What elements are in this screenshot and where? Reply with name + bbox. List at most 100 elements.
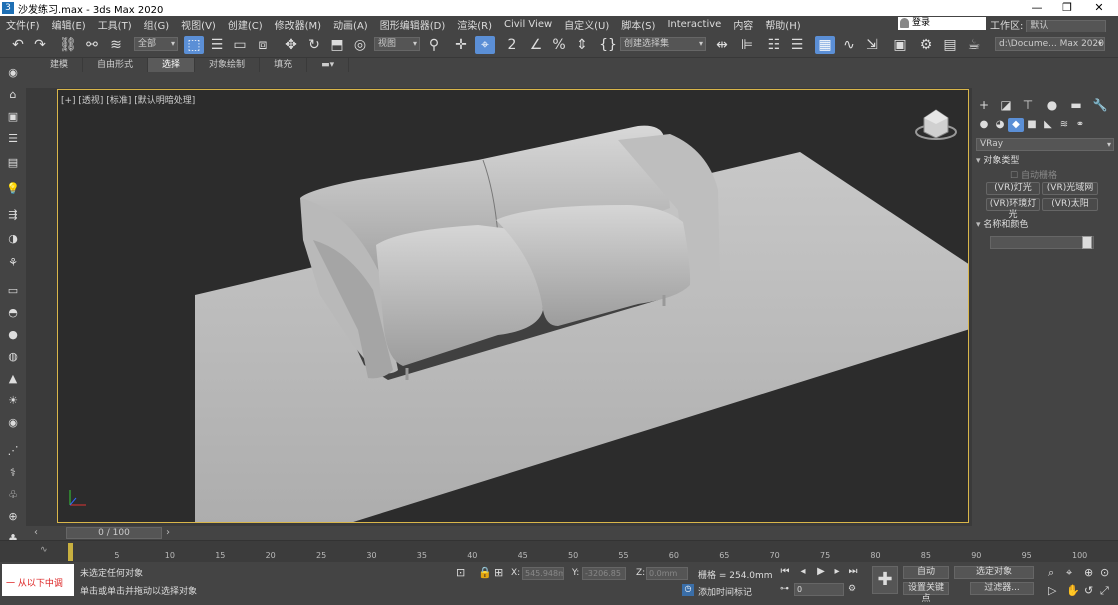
angle-snap-icon[interactable]: ∠ (526, 36, 546, 54)
lock-icon[interactable]: 🔒 (478, 566, 492, 579)
rectangular-selection-icon[interactable]: ▭ (230, 36, 250, 54)
target-sphere-icon[interactable]: ◉ (5, 416, 21, 430)
eye-icon[interactable]: ◉ (5, 66, 21, 80)
display-tab-icon[interactable]: ▬ (1066, 96, 1086, 114)
shapes-icon[interactable]: ⌂ (5, 88, 21, 102)
menu-interactive[interactable]: Interactive (661, 19, 727, 30)
helper-icon[interactable]: ⇶ (5, 208, 21, 222)
z-coordinate-field[interactable]: 0.0mm (646, 567, 688, 580)
select-object-icon[interactable]: ⬚ (184, 36, 204, 54)
keyboard-shortcut-toggle-icon[interactable]: ⌖ (475, 36, 495, 54)
ribbon-options-icon[interactable]: ▬▾ (307, 58, 350, 72)
ribbon-tab-selection[interactable]: 选择 (148, 58, 196, 72)
zoom-icon[interactable]: ⌕ (1048, 566, 1054, 580)
maxscript-listener[interactable]: 一 从以下中调 (2, 564, 74, 596)
render-production-icon[interactable]: ☕ (964, 36, 984, 54)
zoom-all-icon[interactable]: ⌖ (1066, 566, 1072, 580)
unlink-icon[interactable]: ⚯ (82, 36, 102, 54)
globe-icon[interactable]: ⊕ (5, 510, 21, 524)
pivot-center-icon[interactable]: ⚲ (424, 36, 444, 54)
selection-filter-dropdown[interactable]: 全部 (134, 37, 178, 51)
object-color-swatch[interactable] (1082, 236, 1092, 249)
object-name-field[interactable] (990, 236, 1094, 249)
next-frame-icon[interactable]: ▸ (830, 565, 844, 579)
ribbon-tab-object-paint[interactable]: 对象绘制 (195, 58, 261, 72)
layer-explorer-icon[interactable]: ☰ (787, 36, 807, 54)
time-config-icon[interactable]: ⚙ (848, 584, 856, 594)
menu-civil-view[interactable]: Civil View (498, 19, 558, 30)
pan-icon[interactable]: ✋ (1066, 584, 1080, 597)
layers-icon[interactable]: ▤ (5, 156, 21, 170)
current-frame-field[interactable]: 0 (794, 583, 844, 596)
track-bar[interactable]: ∿ 5 10 15 20 25 30 35 40 45 50 55 60 65 70 75 80 85 90 95 1… (0, 540, 1118, 562)
rotate-icon[interactable]: ↻ (304, 36, 324, 54)
link-icon[interactable]: ⛓ (58, 36, 78, 54)
menu-edit[interactable]: 编辑(E) (46, 17, 92, 32)
ribbon-tab-populate[interactable]: 填充 (260, 58, 308, 72)
play-icon[interactable]: ▶ (814, 565, 828, 579)
menu-customize[interactable]: 自定义(U) (558, 17, 615, 32)
menu-graph-editors[interactable]: 图形编辑器(D) (374, 17, 452, 32)
particle-icon[interactable]: ⚘ (5, 256, 21, 270)
cone-icon[interactable]: ▲ (5, 372, 21, 386)
time-tag-icon[interactable]: ◷ (682, 584, 694, 596)
y-coordinate-field[interactable]: -3206.85 (582, 567, 626, 580)
window-crossing-icon[interactable]: ⧈ (253, 36, 273, 54)
hair-icon[interactable]: ⋰ (5, 444, 21, 458)
list-icon[interactable]: ☰ (5, 132, 21, 146)
vr-ies-button[interactable]: (VR)光域网 (1042, 182, 1098, 195)
menu-scripting[interactable]: 脚本(S) (615, 17, 661, 32)
menu-group[interactable]: 组(G) (138, 17, 176, 32)
select-by-name-icon[interactable]: ☰ (207, 36, 227, 54)
name-color-header[interactable]: 名称和颜色 (976, 218, 1114, 232)
minimize-button[interactable]: — (1022, 0, 1052, 16)
viewcube-icon[interactable] (915, 109, 957, 140)
curve-editor-icon[interactable]: ∿ (839, 36, 859, 54)
named-selection-dropdown[interactable]: 创建选择集 (620, 37, 706, 51)
box-icon[interactable]: ▭ (5, 284, 21, 298)
utilities-tab-icon[interactable]: 🔧 (1090, 96, 1110, 114)
project-path-field[interactable]: d:\Docume... Max 2020 (995, 37, 1105, 51)
object-type-header[interactable]: 对象类型 (976, 154, 1114, 168)
schematic-view-icon[interactable]: ⇲ (862, 36, 882, 54)
snaps-toggle-icon[interactable]: 2 (502, 36, 522, 54)
zoom-extents-icon[interactable]: ⊕ (1084, 566, 1093, 579)
auto-key-button[interactable]: 自动 (903, 566, 949, 579)
goto-end-icon[interactable]: ⏭ (846, 565, 860, 579)
tree-icon[interactable]: ♧ (5, 488, 21, 502)
edit-named-selection-icon[interactable]: {} (598, 36, 618, 54)
menu-modifiers[interactable]: 修改器(M) (269, 17, 327, 32)
torus-icon[interactable]: ◍ (5, 350, 21, 364)
material-editor-icon[interactable]: ▣ (890, 36, 910, 54)
ribbon-tab-modeling[interactable]: 建模 (36, 58, 84, 72)
selected-dropdown[interactable]: 选定对象 (954, 566, 1034, 579)
sun-icon[interactable]: ☀ (5, 394, 21, 408)
perspective-viewport[interactable]: [+] [透视] [标准] [默认明暗处理] (57, 89, 969, 523)
add-time-tag[interactable]: 添加时间标记 (698, 585, 752, 598)
menu-help[interactable]: 帮助(H) (759, 17, 806, 32)
zoom-extents-all-icon[interactable]: ⊙ (1100, 566, 1109, 579)
vr-light-button[interactable]: (VR)灯光 (986, 182, 1040, 195)
mirror-icon[interactable]: ⇹ (712, 36, 732, 54)
space-warps-icon[interactable]: ≋ (1056, 118, 1072, 132)
time-next-icon[interactable]: › (166, 527, 170, 538)
key-filters-button[interactable]: 过滤器... (970, 582, 1034, 595)
prev-frame-icon[interactable]: ◂ (796, 565, 810, 579)
shapes-category-icon[interactable]: ◕ (992, 118, 1008, 132)
ribbon-tab-freeform[interactable]: 自由形式 (83, 58, 149, 72)
scene-explorer-icon[interactable]: ☷ (764, 36, 784, 54)
set-key-button[interactable]: 设置关键点 (903, 582, 949, 604)
absolute-mode-icon[interactable]: ⊞ (494, 566, 503, 579)
manipulate-icon[interactable]: ✛ (451, 36, 471, 54)
motion-tab-icon[interactable]: ● (1042, 96, 1062, 114)
menu-content[interactable]: 内容 (727, 17, 759, 32)
ribbon-toggle-icon[interactable]: ▦ (815, 36, 835, 54)
undo-icon[interactable]: ↶ (8, 36, 28, 54)
menu-file[interactable]: 文件(F) (0, 17, 46, 32)
isolate-icon[interactable]: ⊡ (456, 566, 465, 579)
modify-tab-icon[interactable]: ◪ (996, 96, 1016, 114)
renderer-category-dropdown[interactable]: VRay (976, 138, 1114, 151)
menu-create[interactable]: 创建(C) (222, 17, 269, 32)
menu-animation[interactable]: 动画(A) (327, 17, 374, 32)
workspace-dropdown[interactable]: 默认 (1026, 19, 1107, 33)
